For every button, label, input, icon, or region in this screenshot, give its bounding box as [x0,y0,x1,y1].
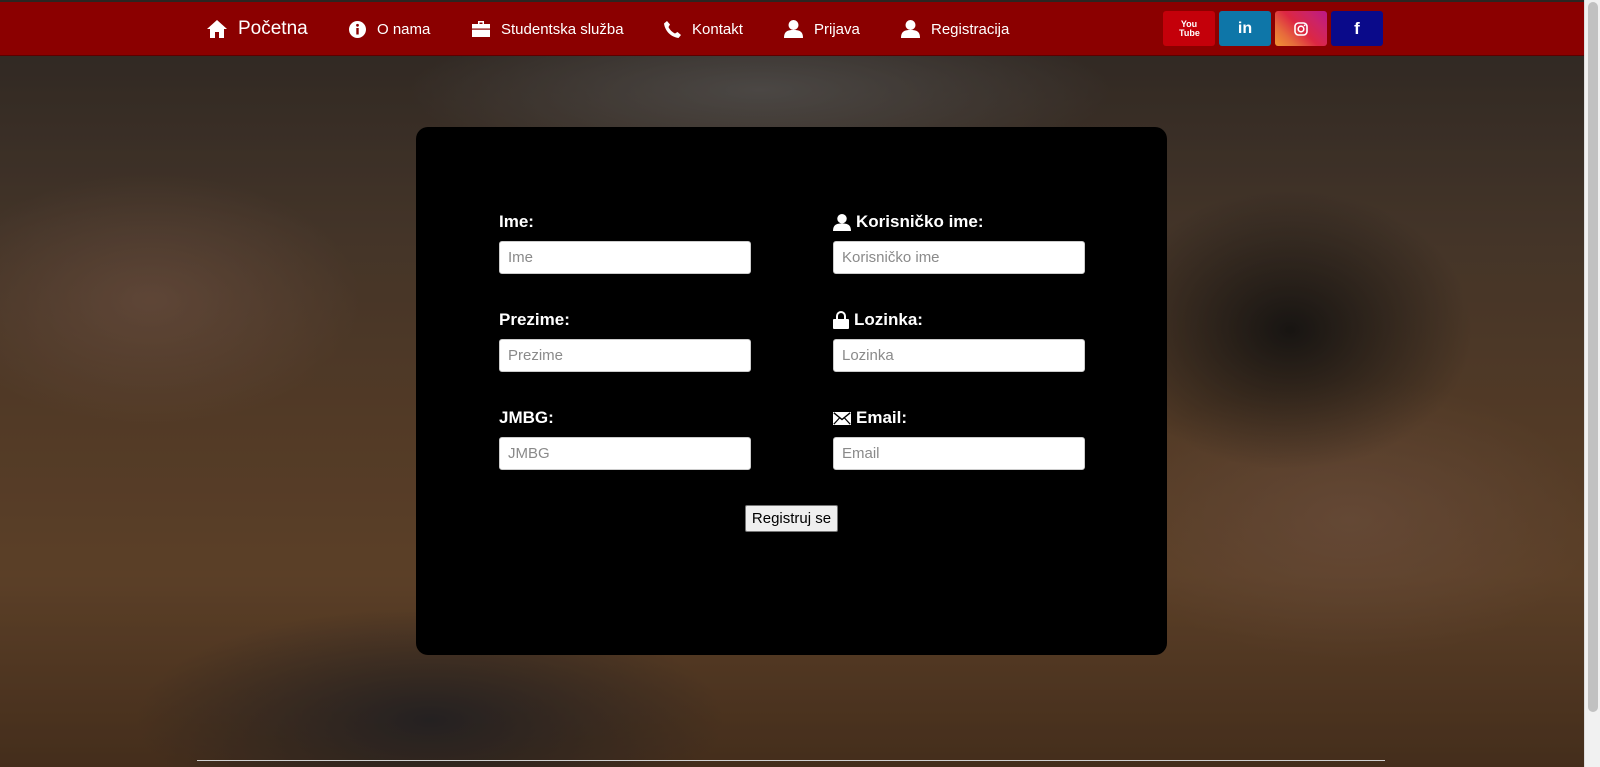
last-name-input[interactable] [499,339,751,372]
nav-home-label: Početna [238,18,308,39]
password-label: Lozinka: [854,310,923,329]
phone-icon [664,20,681,38]
nav-contact-label: Kontakt [692,20,743,38]
nav-home[interactable]: Početna [207,2,308,56]
youtube-button[interactable]: You Tube [1163,11,1215,46]
registration-form-panel: Ime: Korisničko ime: Prezime: Lozinka: J… [416,127,1167,655]
password-group: Lozinka: [833,310,1085,372]
nav-login[interactable]: Prijava [784,2,860,56]
username-label: Korisničko ime: [856,212,984,231]
first-name-group: Ime: [499,212,751,274]
user-icon [833,213,851,231]
nav-student-service[interactable]: Studentska služba [472,2,624,56]
nav-contact[interactable]: Kontakt [664,2,743,56]
username-group: Korisničko ime: [833,212,1085,274]
nav-register-label: Registracija [931,20,1010,38]
user-icon [901,20,920,38]
password-label-row: Lozinka: [833,310,1085,330]
instagram-button[interactable] [1275,11,1327,46]
facebook-button[interactable]: f [1331,11,1383,46]
nav-student-service-label: Studentska služba [501,20,624,38]
info-icon [349,20,366,38]
scrollbar-thumb[interactable] [1588,2,1598,712]
nav-login-label: Prijava [814,20,860,38]
navbar: Početna O nama Studentska služba Kontakt… [0,2,1584,56]
lock-icon [833,311,849,329]
youtube-icon: You Tube [1179,18,1200,38]
username-label-row: Korisničko ime: [833,212,1085,232]
email-input[interactable] [833,437,1085,470]
page-scrollbar[interactable] [1584,0,1600,767]
first-name-input[interactable] [499,241,751,274]
home-icon [207,20,227,38]
username-input[interactable] [833,241,1085,274]
register-button[interactable]: Registruj se [745,505,838,532]
facebook-icon: f [1354,18,1360,38]
jmbg-input[interactable] [499,437,751,470]
user-icon [784,20,803,38]
nav-about-label: O nama [377,20,431,38]
nav-about[interactable]: O nama [349,2,430,56]
briefcase-icon [472,21,490,37]
linkedin-button[interactable]: in [1219,11,1271,46]
email-label: Email: [856,408,908,427]
footer-divider [197,760,1385,761]
jmbg-group: JMBG: [499,408,751,470]
last-name-group: Prezime: [499,310,751,372]
jmbg-label: JMBG: [499,408,554,427]
first-name-label: Ime: [499,212,534,231]
linkedin-icon: in [1237,19,1253,37]
envelope-icon [833,411,851,425]
last-name-label: Prezime: [499,310,570,329]
email-label-row: Email: [833,408,1085,428]
instagram-icon [1294,21,1308,36]
nav-register[interactable]: Registracija [901,2,1009,56]
password-input[interactable] [833,339,1085,372]
email-group: Email: [833,408,1085,470]
